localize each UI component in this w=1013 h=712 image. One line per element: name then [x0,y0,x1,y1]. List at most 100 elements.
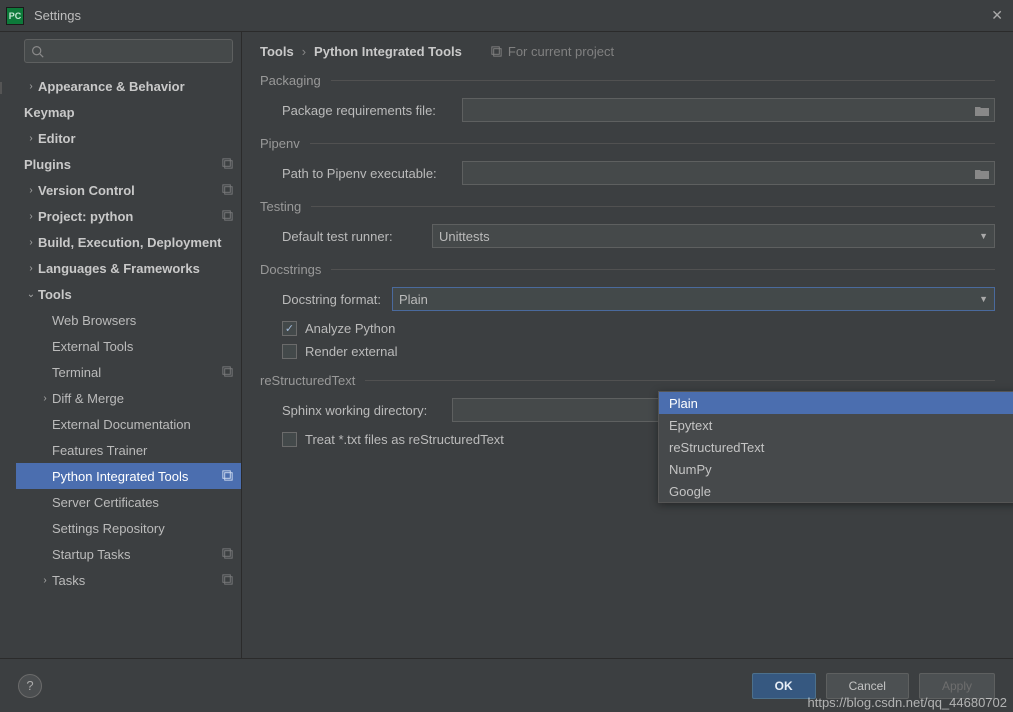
tree-item-label: Version Control [38,183,221,198]
tree-item[interactable]: Web Browsers [16,307,241,333]
tree-item-label: Languages & Frameworks [38,261,235,276]
tree-item-label: Settings Repository [52,521,235,536]
copy-icon [221,469,235,483]
label-docstring-format: Docstring format: [282,292,392,307]
section-docstrings: Docstrings Docstring format: Plain ▼ ✓ A… [260,262,995,359]
tree-item[interactable]: Settings Repository [16,515,241,541]
tree-item-label: Web Browsers [52,313,235,328]
body: ›Appearance & Behavior Keymap ›Editor Plugi… [0,32,1013,658]
row-package-req: Package requirements file: [260,98,995,122]
tree-item[interactable]: ›Project: python [16,203,241,229]
dropdown-docstring-format[interactable]: PlainEpytextreStructuredTextNumPyGoogle [658,391,1013,503]
tree-item[interactable]: External Documentation [16,411,241,437]
checkbox-analyze-python[interactable]: ✓ Analyze Python [260,321,995,336]
tree-item-label: Diff & Merge [52,391,235,406]
tree-item[interactable]: Plugins [16,151,241,177]
input-package-req[interactable] [462,98,995,122]
copy-icon [221,157,235,171]
checkbox-render-external[interactable]: Render external [260,344,995,359]
chevron-icon: › [24,81,38,92]
tree-item[interactable]: External Tools [16,333,241,359]
window-title: Settings [34,8,991,23]
tree-item[interactable]: ›Version Control [16,177,241,203]
select-test-runner[interactable]: Unittests ▼ [432,224,995,248]
tree-item-label: Plugins [24,157,221,172]
row-docstring-format: Docstring format: Plain ▼ [260,287,995,311]
dropdown-item[interactable]: Plain [659,392,1013,414]
tree-item[interactable]: Keymap [16,99,241,125]
breadcrumb-sep: › [302,44,306,59]
chevron-icon: › [24,237,38,248]
help-button[interactable]: ? [18,674,42,698]
folder-icon[interactable] [970,162,994,184]
ok-button[interactable]: OK [752,673,816,699]
tree-item[interactable]: ›Diff & Merge [16,385,241,411]
for-current-project: For current project [490,44,614,59]
input-pipenv-path[interactable] [462,161,995,185]
chevron-icon: › [24,263,38,274]
chevron-down-icon: ▼ [979,294,988,304]
left-gutter [0,32,16,658]
button-bar: ? OK Cancel Apply [0,658,1013,712]
chevron-icon: › [24,211,38,222]
tree-item-label: External Tools [52,339,235,354]
section-testing: Testing Default test runner: Unittests ▼ [260,199,995,248]
tree-item[interactable]: ›Appearance & Behavior [16,73,241,99]
checkbox-icon-unchecked [282,432,297,447]
chevron-icon: ⌄ [24,289,38,300]
section-packaging: Packaging Package requirements file: [260,73,995,122]
title-bar: PC Settings ✕ [0,0,1013,32]
tree-item[interactable]: ›Tasks [16,567,241,593]
breadcrumb: Tools › Python Integrated Tools For curr… [260,44,995,59]
label-pipenv-path: Path to Pipenv executable: [282,166,462,181]
tree-item-label: Keymap [24,105,235,120]
tree-item[interactable]: Startup Tasks [16,541,241,567]
section-docstrings-header: Docstrings [260,262,995,277]
breadcrumb-root[interactable]: Tools [260,44,294,59]
select-docstring-format[interactable]: Plain ▼ [392,287,995,311]
dropdown-item[interactable]: Google [659,480,1013,502]
gutter-notch [0,82,2,94]
copy-icon [221,573,235,587]
cancel-button[interactable]: Cancel [826,673,909,699]
chevron-down-icon: ▼ [979,231,988,241]
tree-item-label: Python Integrated Tools [52,469,221,484]
tree-item[interactable]: ›Build, Execution, Deployment [16,229,241,255]
tree-item-label: Startup Tasks [52,547,221,562]
checkbox-icon-unchecked [282,344,297,359]
tree-item[interactable]: Python Integrated Tools [16,463,241,489]
section-pipenv: Pipenv Path to Pipenv executable: [260,136,995,185]
tree-item[interactable]: Features Trainer [16,437,241,463]
search-wrap [16,32,241,69]
dropdown-item[interactable]: NumPy [659,458,1013,480]
apply-button[interactable]: Apply [919,673,995,699]
dropdown-item[interactable]: reStructuredText [659,436,1013,458]
tree-item-label: External Documentation [52,417,235,432]
row-pipenv-path: Path to Pipenv executable: [260,161,995,185]
breadcrumb-leaf: Python Integrated Tools [314,44,462,59]
tree-item[interactable]: ›Languages & Frameworks [16,255,241,281]
copy-icon [221,547,235,561]
checkbox-icon-checked: ✓ [282,321,297,336]
section-packaging-header: Packaging [260,73,995,88]
settings-tree: ›Appearance & Behavior Keymap ›Editor Plugi… [16,69,241,658]
copy-icon [221,365,235,379]
tree-item[interactable]: Server Certificates [16,489,241,515]
tree-item[interactable]: Terminal [16,359,241,385]
copy-icon [490,45,503,58]
label-sphinx-dir: Sphinx working directory: [282,403,452,418]
tree-item[interactable]: ›Editor [16,125,241,151]
tree-item[interactable]: ⌄Tools [16,281,241,307]
dropdown-item[interactable]: Epytext [659,414,1013,436]
section-pipenv-header: Pipenv [260,136,995,151]
copy-icon [221,209,235,223]
section-rst-header: reStructuredText [260,373,995,388]
chevron-icon: › [24,133,38,144]
search-input[interactable] [24,39,233,63]
tree-item-label: Server Certificates [52,495,235,510]
close-icon[interactable]: ✕ [991,7,1003,24]
section-testing-header: Testing [260,199,995,214]
tree-item-label: Tools [38,287,235,302]
tree-item-label: Project: python [38,209,221,224]
folder-icon[interactable] [970,99,994,121]
